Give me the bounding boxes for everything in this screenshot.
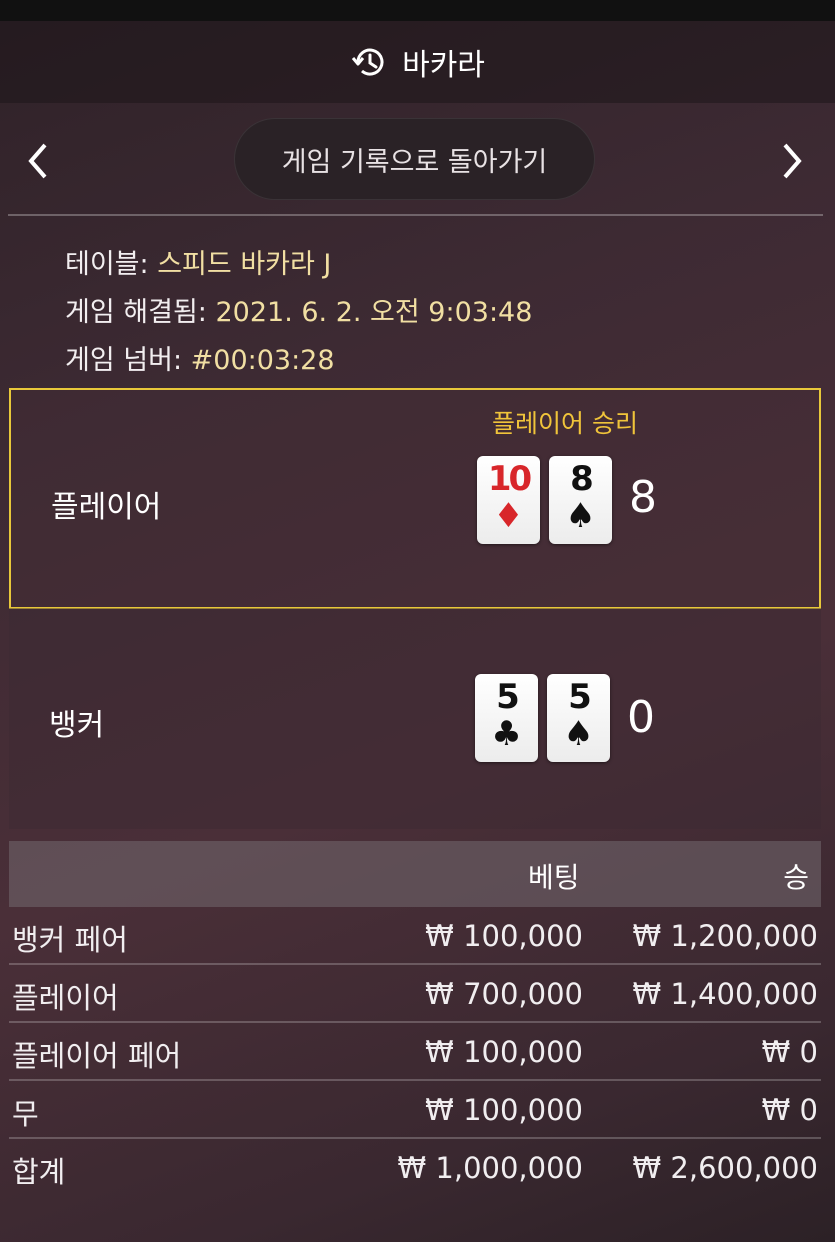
game-number-value: #00:03:28 [190, 345, 335, 376]
playing-card: 10 ♦ [477, 456, 540, 544]
bet-type: 플레이어 페어 [12, 1039, 182, 1073]
playing-card: 5 ♣ [475, 674, 538, 762]
diamond-icon: ♦ [493, 496, 524, 536]
history-icon [350, 42, 390, 82]
table-row: 플레이어 페어 ₩ 100,000 ₩ 0 [9, 1023, 821, 1081]
playing-card: 8 ♠ [549, 456, 612, 544]
table-row: 플레이어 ₩ 700,000 ₩ 1,400,000 [9, 965, 821, 1023]
resolved-value: 2021. 6. 2. 오전 9:03:48 [215, 297, 533, 328]
chevron-right-icon[interactable] [772, 139, 812, 183]
resolved-info: 게임 해결됨: 2021. 6. 2. 오전 9:03:48 [65, 290, 532, 329]
resolved-label: 게임 해결됨: [65, 297, 207, 328]
table-value: 스피드 바카라 J [157, 249, 332, 280]
club-icon: ♣ [491, 714, 522, 754]
bet-amount: ₩ 700,000 [425, 977, 583, 1011]
win-amount: ₩ 0 [761, 1093, 818, 1127]
history-nav: 게임 기록으로 돌아가기 [0, 103, 835, 215]
bet-amount: ₩ 100,000 [425, 1035, 583, 1069]
table-label: 테이블: [65, 249, 149, 280]
back-to-history-button[interactable]: 게임 기록으로 돌아가기 [234, 118, 595, 200]
win-amount: ₩ 0 [761, 1035, 818, 1069]
page-title: 바카라 [402, 48, 485, 83]
playing-card: 5 ♠ [547, 674, 610, 762]
banker-hand: 뱅커 5 ♣ 5 ♠ 0 [9, 608, 821, 829]
card-rank: 10 [487, 459, 532, 499]
banker-name: 뱅커 [49, 708, 105, 743]
chevron-left-icon[interactable] [18, 139, 58, 183]
total-win: ₩ 2,600,000 [632, 1151, 818, 1185]
card-rank: 5 [496, 677, 520, 717]
table-row: 뱅커 페어 ₩ 100,000 ₩ 1,200,000 [9, 907, 821, 965]
game-number-label: 게임 넘버: [65, 345, 183, 376]
bet-amount: ₩ 100,000 [425, 1093, 583, 1127]
bet-type: 플레이어 [12, 981, 119, 1015]
bet-amount: ₩ 100,000 [425, 919, 583, 953]
table-row: 무 ₩ 100,000 ₩ 0 [9, 1081, 821, 1139]
total-row: 합계 ₩ 1,000,000 ₩ 2,600,000 [9, 1139, 821, 1197]
total-bet: ₩ 1,000,000 [397, 1151, 583, 1185]
bet-type: 뱅커 페어 [12, 923, 128, 957]
win-amount: ₩ 1,200,000 [632, 919, 818, 953]
spade-icon: ♠ [563, 714, 594, 754]
card-rank: 5 [568, 677, 592, 717]
table-info: 테이블: 스피드 바카라 J [65, 242, 331, 281]
status-strip [0, 0, 835, 21]
spade-icon: ♠ [565, 496, 596, 536]
bet-type: 무 [12, 1097, 39, 1131]
bet-column-header: 베팅 [528, 861, 580, 894]
banker-score: 0 [627, 692, 655, 743]
win-amount: ₩ 1,400,000 [632, 977, 818, 1011]
player-score: 8 [629, 472, 657, 523]
card-rank: 8 [570, 459, 594, 499]
player-name: 플레이어 [51, 490, 162, 525]
win-column-header: 승 [783, 861, 809, 894]
winner-label: 플레이어 승리 [492, 409, 638, 438]
divider [8, 214, 823, 216]
total-label: 합계 [12, 1155, 66, 1189]
game-number-info: 게임 넘버: #00:03:28 [65, 338, 335, 377]
bets-table-header: 베팅 승 [9, 841, 821, 907]
header: 바카라 [0, 21, 835, 103]
player-hand: 플레이어 승리 플레이어 10 ♦ 8 ♠ 8 [9, 388, 821, 609]
